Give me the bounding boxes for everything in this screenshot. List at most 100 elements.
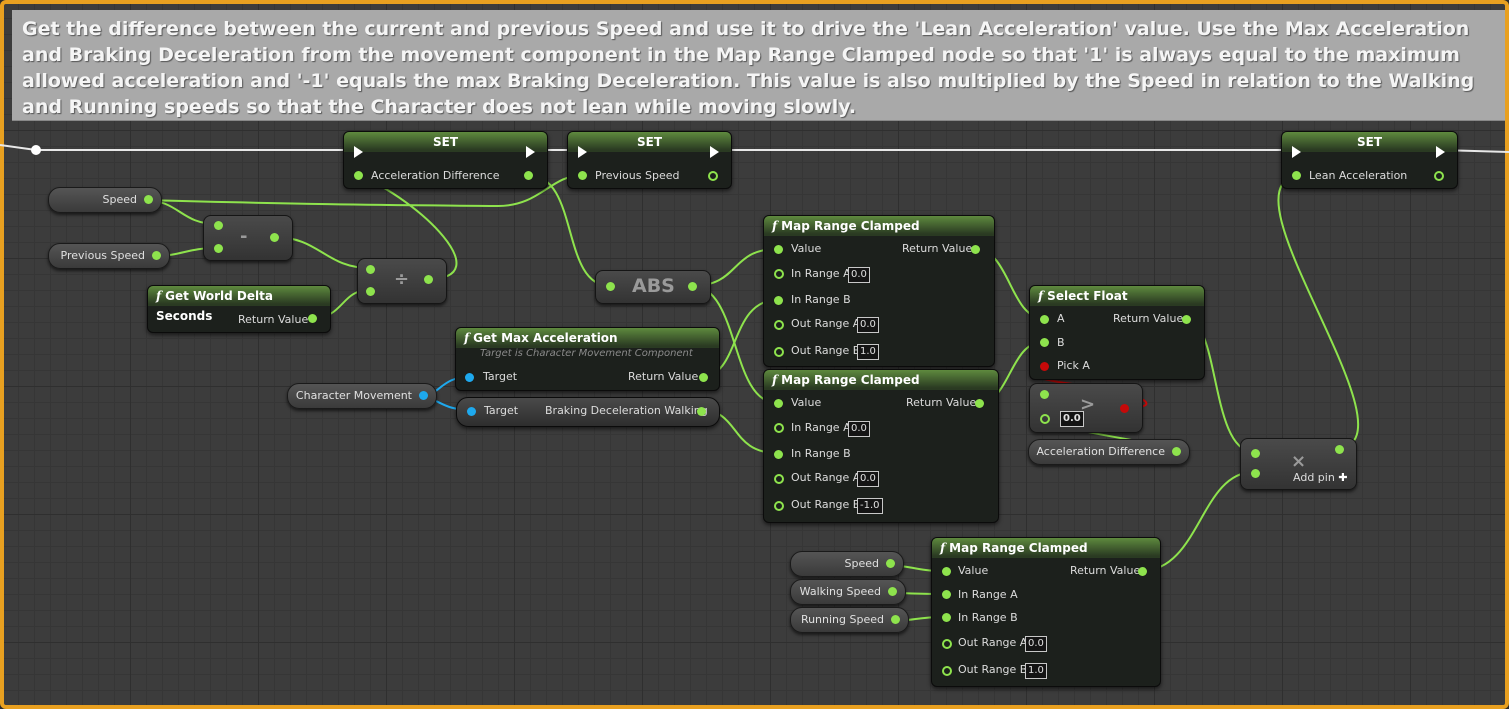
get-world-delta-seconds-node[interactable]: f Get World Delta Seconds Return Value bbox=[147, 285, 331, 333]
input-pin-b[interactable] bbox=[1251, 469, 1260, 478]
input-pin-a[interactable] bbox=[1040, 390, 1049, 399]
output-pin[interactable] bbox=[424, 275, 433, 284]
output-pin[interactable] bbox=[270, 233, 279, 242]
node-title: SET bbox=[344, 132, 547, 152]
output-pin[interactable] bbox=[1335, 445, 1344, 454]
output-pin[interactable] bbox=[688, 282, 697, 291]
in-range-b-pin[interactable] bbox=[774, 450, 783, 459]
target-pin[interactable] bbox=[467, 407, 476, 416]
input-pin-a[interactable] bbox=[366, 265, 375, 274]
output-pin[interactable] bbox=[699, 373, 708, 382]
output-pin[interactable] bbox=[152, 251, 161, 260]
speed-variable-2[interactable]: Speed bbox=[790, 551, 904, 577]
in-range-a-pin[interactable] bbox=[774, 423, 784, 433]
in-range-a-pin[interactable] bbox=[774, 269, 784, 279]
b-pin[interactable] bbox=[1040, 338, 1049, 347]
variable-label: Character Movement bbox=[295, 389, 412, 402]
out-range-b-pin[interactable] bbox=[774, 501, 784, 511]
output-pin[interactable] bbox=[891, 615, 900, 624]
input-pin-b[interactable] bbox=[366, 287, 375, 296]
output-pin[interactable] bbox=[971, 245, 980, 254]
a-pin[interactable] bbox=[1040, 315, 1049, 324]
out-range-b-input[interactable]: 1.0 bbox=[1025, 663, 1047, 679]
pin-label: A bbox=[1057, 312, 1065, 325]
pin-label: Out Range B bbox=[791, 498, 861, 511]
divide-node[interactable]: ÷ bbox=[357, 258, 447, 304]
pin-label: Target bbox=[484, 404, 519, 417]
input-pin-b[interactable] bbox=[1040, 414, 1050, 424]
character-movement-variable[interactable]: Character Movement bbox=[287, 383, 437, 409]
exec-out-pin[interactable] bbox=[526, 146, 535, 158]
output-pin[interactable] bbox=[708, 171, 718, 181]
output-pin[interactable] bbox=[308, 314, 317, 323]
walking-speed-variable[interactable]: Walking Speed bbox=[790, 579, 906, 605]
input-pin[interactable] bbox=[578, 171, 587, 180]
output-pin[interactable] bbox=[524, 171, 533, 180]
exec-in-pin[interactable] bbox=[1292, 146, 1301, 158]
comment-header[interactable]: Get the difference between the current a… bbox=[12, 10, 1505, 121]
out-range-b-input[interactable]: 1.0 bbox=[857, 344, 879, 360]
output-pin[interactable] bbox=[888, 587, 897, 596]
map-range-clamped-node-2[interactable]: f Map Range Clamped Value Return Value In… bbox=[763, 369, 999, 523]
map-range-clamped-node-3[interactable]: f Map Range Clamped Value Return Value In… bbox=[931, 537, 1161, 687]
value-pin[interactable] bbox=[942, 567, 951, 576]
set-lean-acceleration-node[interactable]: SET Lean Acceleration bbox=[1281, 131, 1458, 189]
value-pin[interactable] bbox=[774, 399, 783, 408]
out-range-b-input[interactable]: -1.0 bbox=[857, 498, 883, 514]
output-pin[interactable] bbox=[1138, 567, 1147, 576]
add-pin-label: Add pin bbox=[1293, 471, 1335, 484]
input-pin-a[interactable] bbox=[1251, 449, 1260, 458]
exec-out-pin[interactable] bbox=[1436, 146, 1445, 158]
input-pin[interactable] bbox=[606, 282, 615, 291]
greater-than-node[interactable]: 0.0 > bbox=[1029, 383, 1143, 433]
output-pin[interactable] bbox=[886, 559, 895, 568]
in-range-a-pin[interactable] bbox=[942, 590, 951, 599]
subtract-node[interactable]: - bbox=[203, 215, 293, 261]
map-range-clamped-node-1[interactable]: f Map Range Clamped Value Return Value In… bbox=[763, 215, 995, 367]
add-pin-button[interactable]: Add pin ✚ bbox=[1293, 471, 1348, 484]
out-range-a-input[interactable]: 0.0 bbox=[857, 471, 879, 487]
exec-out-pin[interactable] bbox=[710, 146, 719, 158]
get-max-acceleration-node[interactable]: f Get Max Acceleration Target is Characte… bbox=[455, 327, 720, 391]
speed-variable[interactable]: Speed bbox=[48, 187, 162, 213]
output-pin[interactable] bbox=[144, 195, 153, 204]
value-pin[interactable] bbox=[774, 245, 783, 254]
running-speed-variable[interactable]: Running Speed bbox=[790, 607, 909, 633]
in-range-b-pin[interactable] bbox=[774, 296, 783, 305]
in-range-b-pin[interactable] bbox=[942, 613, 951, 622]
braking-deceleration-walking-node[interactable]: Target Braking Deceleration Walking bbox=[456, 397, 720, 427]
abs-node[interactable]: ABS bbox=[595, 270, 711, 304]
output-pin[interactable] bbox=[975, 399, 984, 408]
out-range-a-input[interactable]: 0.0 bbox=[857, 317, 879, 333]
set-previous-speed-node[interactable]: SET Previous Speed bbox=[567, 131, 732, 189]
pick-a-pin[interactable] bbox=[1040, 362, 1049, 371]
exec-in-pin[interactable] bbox=[578, 146, 587, 158]
output-pin[interactable] bbox=[1434, 171, 1444, 181]
output-pin[interactable] bbox=[1182, 315, 1191, 324]
output-pin[interactable] bbox=[419, 391, 428, 400]
input-pin[interactable] bbox=[354, 171, 363, 180]
output-pin[interactable] bbox=[697, 407, 706, 416]
out-range-b-pin[interactable] bbox=[942, 666, 952, 676]
target-pin[interactable] bbox=[465, 373, 474, 382]
acceleration-difference-variable[interactable]: Acceleration Difference bbox=[1028, 439, 1190, 465]
out-range-a-pin[interactable] bbox=[774, 474, 784, 484]
input-pin-a[interactable] bbox=[214, 221, 223, 230]
out-range-a-pin[interactable] bbox=[774, 320, 784, 330]
in-range-a-input[interactable]: 0.0 bbox=[848, 421, 870, 437]
greater-symbol: > bbox=[1080, 394, 1096, 415]
exec-in-pin[interactable] bbox=[354, 146, 363, 158]
input-pin[interactable] bbox=[1292, 171, 1301, 180]
set-acceleration-difference-node[interactable]: SET Acceleration Difference bbox=[343, 131, 548, 189]
out-range-a-pin[interactable] bbox=[942, 639, 952, 649]
out-range-a-input[interactable]: 0.0 bbox=[1025, 636, 1047, 652]
out-range-b-pin[interactable] bbox=[774, 347, 784, 357]
previous-speed-variable[interactable]: Previous Speed bbox=[48, 243, 170, 269]
node-title: SET bbox=[1282, 132, 1457, 152]
select-float-node[interactable]: f Select Float A Return Value B Pick A bbox=[1029, 285, 1205, 380]
multiply-node[interactable]: × Add pin ✚ bbox=[1240, 438, 1357, 490]
in-range-a-input[interactable]: 0.0 bbox=[848, 267, 870, 283]
output-pin[interactable] bbox=[1172, 447, 1181, 456]
output-pin[interactable] bbox=[1120, 404, 1129, 413]
input-pin-b[interactable] bbox=[214, 244, 223, 253]
